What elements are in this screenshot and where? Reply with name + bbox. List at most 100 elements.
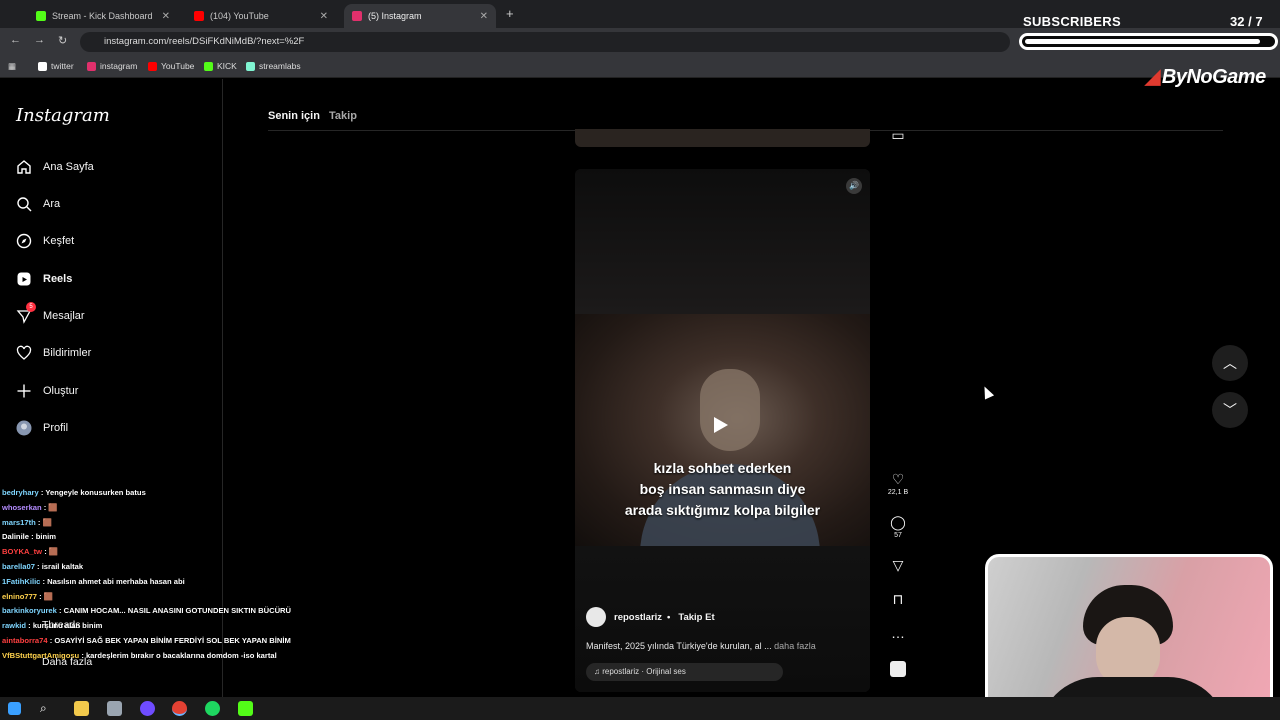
- notification-badge: 5: [26, 302, 36, 312]
- volume-icon[interactable]: 🔊: [846, 178, 862, 194]
- chevron-down-icon: ﹀: [1223, 402, 1237, 418]
- url-input[interactable]: instagram.com/reels/DSiFKdNiMdB/?next=%2…: [80, 32, 1010, 52]
- windows-taskbar: ⌕: [0, 697, 1280, 720]
- home-icon: [16, 159, 32, 175]
- apps-icon[interactable]: ▦: [8, 61, 16, 72]
- new-tab-icon[interactable]: +: [506, 6, 514, 21]
- bookmark-streamlabs[interactable]: streamlabs: [246, 61, 301, 71]
- bynogame-logo: ◢ ByNoGame: [1145, 66, 1266, 88]
- comment-button[interactable]: ◯ 57: [887, 514, 909, 539]
- share-button[interactable]: ▽: [887, 557, 909, 574]
- windows-start-icon[interactable]: [8, 702, 21, 715]
- sidebar-item-notifications[interactable]: Bildirimler: [16, 345, 91, 361]
- more-options-button[interactable]: …: [887, 625, 909, 641]
- chat-message: aintaborra74 : OSAYİYİ SAĞ BEK YAPAN BİN…: [2, 635, 291, 645]
- bookmark-youtube[interactable]: YouTube: [148, 61, 194, 71]
- chat-message: elnino777 : 🟫: [2, 591, 54, 601]
- reels-icon: [16, 271, 32, 287]
- avatar[interactable]: [586, 607, 606, 627]
- flame-icon: ◢: [1145, 66, 1160, 88]
- music-note-icon: ♫: [594, 667, 600, 676]
- video-caption: kızla sohbet ederken boş insan sanmasın …: [624, 460, 821, 518]
- sidebar-item-search[interactable]: Ara: [16, 196, 60, 212]
- youtube-icon: [148, 61, 157, 71]
- video-subject-head: [700, 369, 760, 451]
- kick-icon: [36, 11, 46, 21]
- close-icon[interactable]: ✕: [480, 11, 488, 22]
- dot-separator: •: [667, 611, 671, 623]
- tab-label: (5) Instagram: [368, 11, 422, 21]
- tab-youtube[interactable]: (104) YouTube ✕: [186, 4, 336, 28]
- tab-instagram[interactable]: (5) Instagram ✕: [344, 4, 496, 28]
- chat-message: BOYKA_tw : 🟫: [2, 547, 59, 557]
- sidebar-item-home[interactable]: Ana Sayfa: [16, 159, 94, 175]
- chat-message: whoserkan : 🟫: [2, 502, 58, 512]
- bookmark-icon: ⊓: [892, 591, 904, 607]
- sidebar-item-create[interactable]: Oluştur: [16, 383, 78, 399]
- tab-label: Stream - Kick Dashboard: [52, 11, 153, 21]
- reel-description: Manifest, 2025 yılında Türkiye'de kurula…: [586, 641, 816, 651]
- audio-thumbnail[interactable]: [887, 661, 909, 680]
- kick-icon: [204, 61, 213, 71]
- audio-pill[interactable]: ♫ repostlariz · Orijinal ses: [586, 663, 783, 681]
- tab-label: (104) YouTube: [210, 11, 269, 21]
- subscribers-progress-bar: [1019, 33, 1278, 50]
- like-count: 22,1 B: [887, 489, 909, 496]
- instagram-icon: [352, 11, 362, 21]
- previous-reel-button[interactable]: ︿: [1212, 345, 1248, 381]
- reload-icon[interactable]: ↻: [58, 34, 67, 47]
- obs-icon[interactable]: [140, 701, 155, 716]
- kick-icon[interactable]: [238, 701, 253, 716]
- close-icon[interactable]: ✕: [162, 11, 170, 22]
- instagram-logo[interactable]: Instagram: [16, 105, 110, 126]
- feed-tabs: Senin için Takip: [268, 110, 357, 122]
- reel-top-icon: ▭: [891, 127, 905, 143]
- file-explorer-icon[interactable]: [74, 701, 89, 716]
- subscribers-label: SUBSCRIBERS: [1023, 14, 1121, 29]
- ellipsis-icon: …: [891, 625, 905, 641]
- reel-top-area: [575, 169, 870, 314]
- forward-icon[interactable]: →: [34, 34, 45, 46]
- next-reel-button[interactable]: ﹀: [1212, 392, 1248, 428]
- sidebar-item-messages[interactable]: 5 Mesajlar: [16, 302, 85, 324]
- progress-fill: [1025, 39, 1260, 44]
- messenger-icon: 5: [16, 302, 36, 324]
- youtube-icon: [194, 11, 204, 21]
- chat-message: barella07 : israil kaltak: [2, 561, 84, 571]
- tab-for-you[interactable]: Senin için: [268, 110, 320, 122]
- like-button[interactable]: ♡ 22,1 B: [887, 471, 909, 496]
- spotify-icon[interactable]: [205, 701, 220, 716]
- reel-card[interactable]: 🔊 kızla sohbet ederken boş insan sanması…: [575, 169, 870, 692]
- chat-message: mars17th : 🟫: [2, 517, 52, 527]
- author-name[interactable]: repostlariz: [614, 612, 662, 623]
- sidebar-item-threads[interactable]: Threads: [42, 619, 81, 631]
- reel-video[interactable]: kızla sohbet ederken boş insan sanmasın …: [575, 314, 870, 574]
- tab-kick[interactable]: Stream - Kick Dashboard ✕: [28, 4, 178, 28]
- follow-button[interactable]: Takip Et: [678, 612, 714, 623]
- previous-reel[interactable]: [575, 129, 870, 147]
- bookmark-twitter[interactable]: twitter: [38, 61, 74, 71]
- chrome-icon[interactable]: [172, 701, 187, 716]
- subscribers-count: 32 / 7: [1230, 14, 1263, 29]
- chat-message: 1FatihKilic : Nasılsın ahmet abi merhaba…: [2, 576, 185, 586]
- sidebar-item-profile[interactable]: Profil: [16, 420, 68, 436]
- bookmark-kick[interactable]: KICK: [204, 61, 237, 71]
- tab-following[interactable]: Takip: [329, 110, 357, 122]
- send-icon: ▽: [892, 557, 904, 573]
- chat-message: barkinkoryurek : CANIM HOCAM... NASIL AN…: [2, 606, 292, 616]
- back-icon[interactable]: ←: [10, 34, 21, 46]
- close-icon[interactable]: ✕: [320, 11, 328, 22]
- chat-message: Dalinile : binim: [2, 532, 57, 542]
- streamlabs-icon: [246, 61, 255, 71]
- x-icon: [38, 61, 47, 71]
- bookmark-instagram[interactable]: instagram: [87, 61, 137, 71]
- sidebar-item-reels[interactable]: Reels: [16, 271, 72, 287]
- comment-count: 57: [894, 532, 902, 539]
- more-link[interactable]: daha fazla: [774, 641, 816, 651]
- sidebar-item-more[interactable]: Daha fazla: [42, 656, 92, 668]
- sidebar-item-explore[interactable]: Keşfet: [16, 233, 74, 249]
- save-button[interactable]: ⊓: [887, 591, 909, 608]
- play-icon[interactable]: [714, 417, 728, 433]
- search-icon[interactable]: ⌕: [40, 701, 55, 716]
- app-icon[interactable]: [107, 701, 122, 716]
